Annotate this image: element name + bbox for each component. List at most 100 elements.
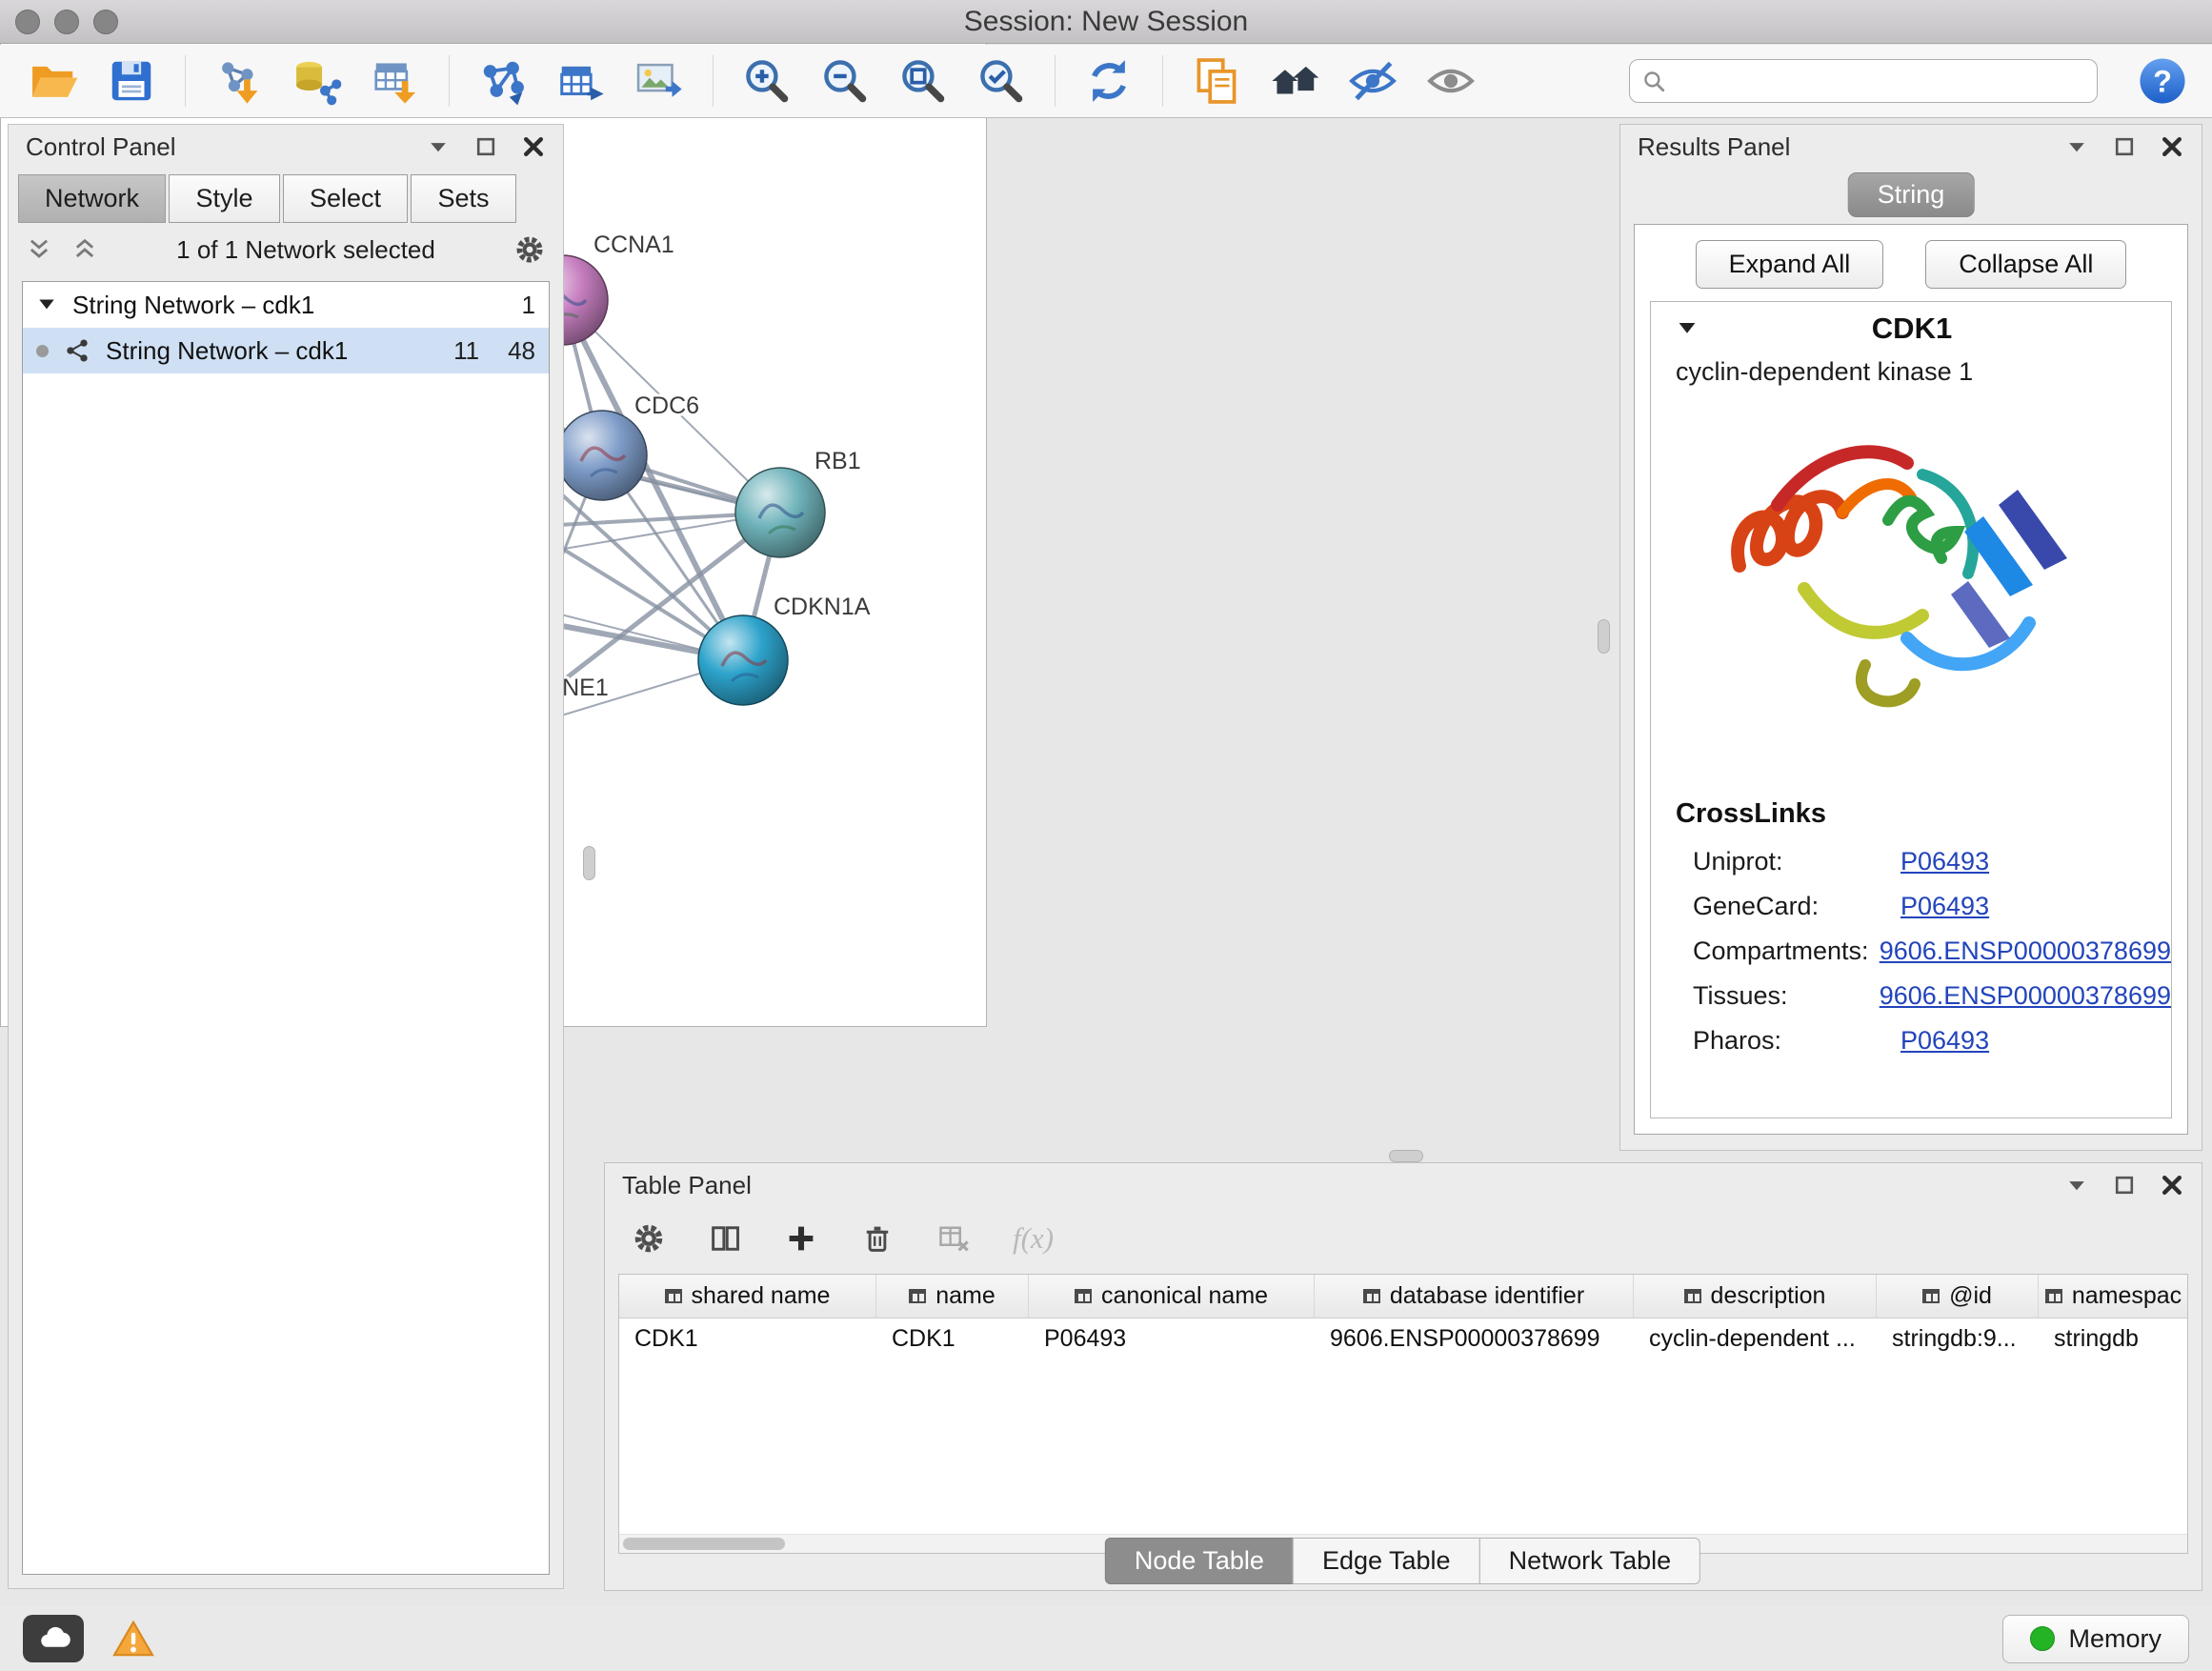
import-network-file-icon (213, 55, 265, 107)
tab-select[interactable]: Select (283, 174, 408, 223)
string-results-box: Expand All Collapse All CDK1 cyclin-depe… (1634, 224, 2188, 1135)
table-cell[interactable]: stringdb (2039, 1325, 2188, 1353)
table-cell[interactable]: CDK1 (876, 1325, 1029, 1353)
save-session-button[interactable] (103, 52, 160, 110)
open-session-button[interactable] (25, 52, 82, 110)
zoom-selected-button[interactable] (973, 52, 1030, 110)
column-header-database-identifier[interactable]: database identifier (1315, 1275, 1634, 1318)
refresh-layout-button[interactable] (1080, 52, 1137, 110)
collapse-all-icon[interactable] (71, 236, 98, 263)
right-splitter-handle[interactable] (1598, 619, 1610, 654)
table-cell[interactable]: cyclin-dependent ... (1634, 1325, 1877, 1353)
panel-menu-icon[interactable] (2064, 134, 2089, 159)
search-input[interactable] (1676, 67, 2085, 96)
zoom-fit-button[interactable] (895, 52, 952, 110)
panel-close-icon[interactable] (521, 134, 546, 159)
import-network-database-button[interactable] (289, 52, 346, 110)
network-row-selected[interactable]: String Network – cdk1 11 48 (23, 328, 549, 373)
export-image-button[interactable] (631, 52, 688, 110)
tree-expanded-icon[interactable] (36, 294, 57, 315)
table-settings-gear-icon[interactable] (632, 1221, 666, 1256)
panel-close-icon[interactable] (2160, 134, 2184, 159)
cloud-services-button[interactable] (23, 1615, 84, 1662)
table-row[interactable]: CDK1CDK1P064939606.ENSP00000378699cyclin… (619, 1319, 2187, 1359)
crosslink-value-link[interactable]: 9606.ENSP00000378699 (1880, 936, 2171, 966)
tab-edge-table[interactable]: Edge Table (1293, 1538, 1480, 1584)
column-type-icon (1922, 1289, 1940, 1303)
function-builder-fx[interactable]: f(x) (1013, 1221, 1054, 1256)
network-node-RB1[interactable] (735, 468, 825, 557)
folder-open-icon (28, 55, 79, 107)
collapse-all-button[interactable]: Collapse All (1925, 240, 2126, 289)
zoom-out-button[interactable] (816, 52, 874, 110)
delete-column-trash-icon[interactable] (860, 1221, 895, 1256)
tab-sets[interactable]: Sets (411, 174, 515, 223)
new-table-from-network-button[interactable] (553, 52, 610, 110)
crosslink-value-link[interactable]: P06493 (1900, 847, 1989, 876)
toolbar-separator (713, 55, 714, 107)
panel-float-icon[interactable] (473, 134, 498, 159)
zoom-in-button[interactable] (738, 52, 795, 110)
show-panels-button[interactable] (1422, 52, 1479, 110)
search-box (1629, 59, 2098, 103)
add-column-icon[interactable] (784, 1221, 818, 1256)
table-cell[interactable]: CDK1 (619, 1325, 876, 1353)
home-button[interactable] (1266, 52, 1323, 110)
network-node-CDKN1A[interactable] (698, 615, 788, 705)
crosslink-label: Tissues: (1693, 981, 1880, 1011)
expand-all-icon[interactable] (26, 236, 52, 263)
table-panel-title: Table Panel (622, 1171, 752, 1200)
column-header-shared-name[interactable]: shared name (619, 1275, 876, 1318)
expand-all-button[interactable]: Expand All (1696, 240, 1884, 289)
table-cell[interactable]: stringdb:9... (1877, 1325, 2039, 1353)
delete-table-icon[interactable] (936, 1221, 971, 1256)
collapse-section-icon[interactable] (1676, 317, 1699, 340)
panel-float-icon[interactable] (2112, 1173, 2137, 1198)
bottom-splitter-handle[interactable] (1389, 1150, 1423, 1162)
import-network-database-icon (292, 55, 343, 107)
gear-icon[interactable] (513, 233, 546, 266)
table-cell[interactable]: P06493 (1029, 1325, 1315, 1353)
network-node-CDC6[interactable] (557, 411, 647, 500)
zoom-window-button[interactable] (93, 10, 118, 34)
network-collection-row[interactable]: String Network – cdk1 1 (23, 282, 549, 328)
node-label-CDKN1A: CDKN1A (774, 594, 871, 620)
column-header-name[interactable]: name (876, 1275, 1029, 1318)
import-network-file-button[interactable] (211, 52, 268, 110)
panel-menu-icon[interactable] (426, 134, 451, 159)
column-header-description[interactable]: description (1634, 1275, 1877, 1318)
scrollbar-thumb[interactable] (623, 1538, 785, 1550)
table-network-icon (555, 55, 607, 107)
crosslink-value-link[interactable]: P06493 (1900, 892, 1989, 921)
panel-float-icon[interactable] (2112, 134, 2137, 159)
tab-network[interactable]: Network (18, 174, 166, 223)
warnings-button[interactable] (103, 1615, 164, 1662)
protein-structure-image (1682, 398, 2140, 779)
tab-node-table[interactable]: Node Table (1105, 1538, 1294, 1584)
string-results-tab[interactable]: String (1848, 172, 1975, 217)
panel-close-icon[interactable] (2160, 1173, 2184, 1198)
panel-menu-icon[interactable] (2064, 1173, 2089, 1198)
column-header--id[interactable]: @id (1877, 1275, 2039, 1318)
left-splitter-handle[interactable] (583, 846, 595, 880)
crosslink-value-link[interactable]: 9606.ENSP00000378699 (1880, 981, 2171, 1011)
copy-style-button[interactable] (1188, 52, 1245, 110)
table-toolbar: f(x) (605, 1207, 2202, 1270)
close-window-button[interactable] (15, 10, 40, 34)
new-network-from-selection-button[interactable] (474, 52, 532, 110)
gene-symbol: CDK1 (1699, 312, 2125, 346)
hide-panels-button[interactable] (1344, 52, 1401, 110)
column-header-canonical-name[interactable]: canonical name (1029, 1275, 1315, 1318)
import-table-file-button[interactable] (367, 52, 424, 110)
tab-style[interactable]: Style (169, 174, 279, 223)
column-header-namespac[interactable]: namespac (2039, 1275, 2188, 1318)
tab-network-table[interactable]: Network Table (1479, 1538, 1701, 1584)
help-button[interactable]: ? (2138, 56, 2187, 106)
minimize-window-button[interactable] (54, 10, 79, 34)
memory-status-dot (2030, 1626, 2055, 1651)
crosslink-value-link[interactable]: P06493 (1900, 1026, 1989, 1056)
zoom-selected-icon (975, 55, 1027, 107)
memory-button[interactable]: Memory (2002, 1615, 2189, 1663)
table-cell[interactable]: 9606.ENSP00000378699 (1315, 1325, 1634, 1353)
show-columns-icon[interactable] (708, 1221, 742, 1256)
